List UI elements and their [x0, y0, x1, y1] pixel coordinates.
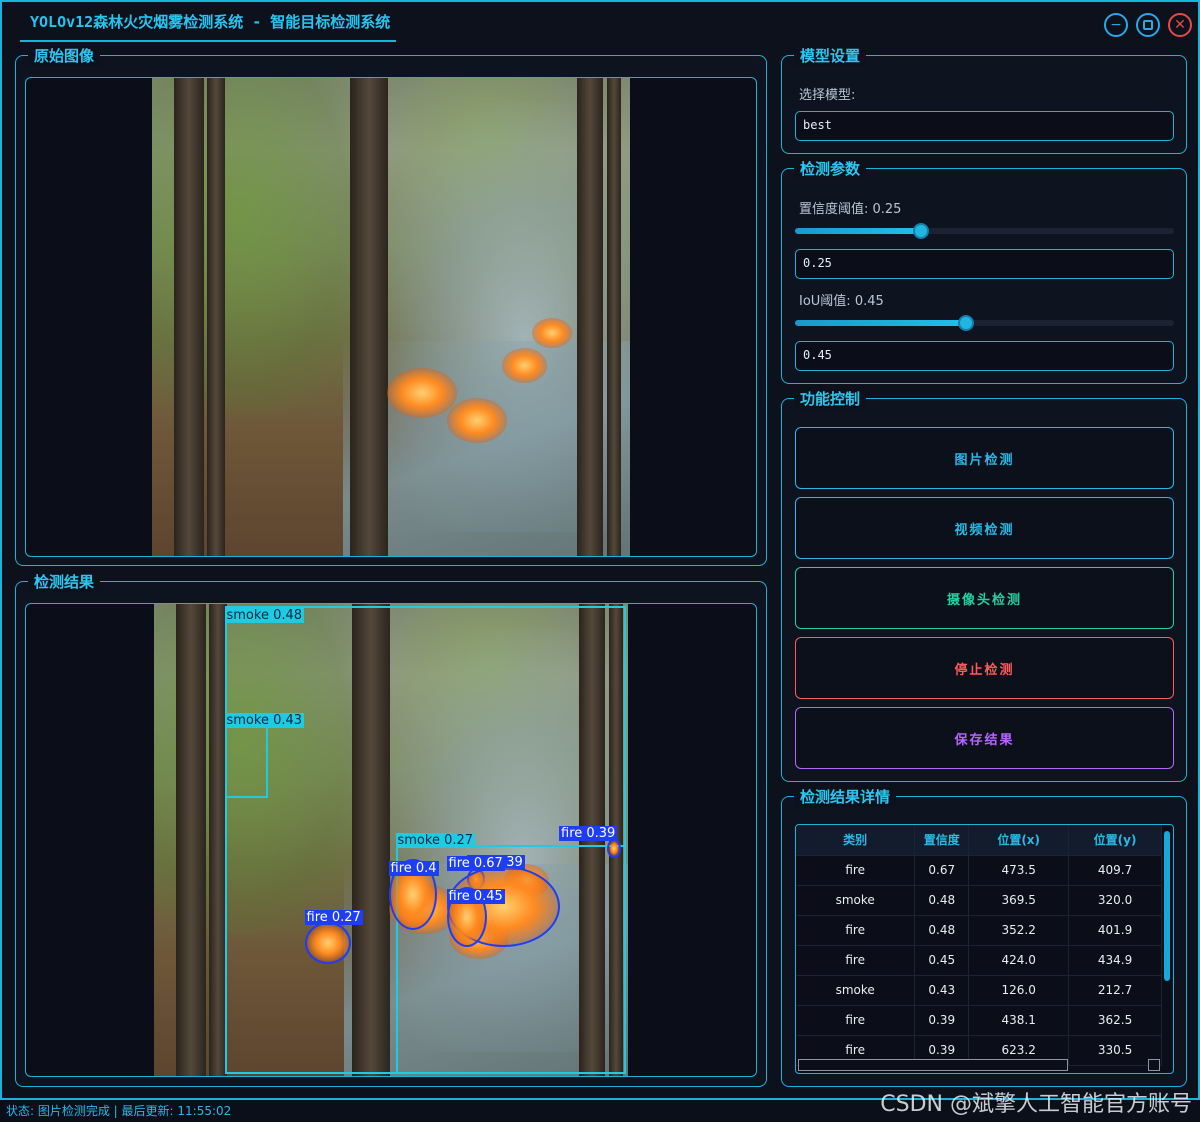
- original-image: [152, 78, 630, 556]
- camera-detect-button[interactable]: 摄像头检测: [795, 567, 1174, 629]
- cell-x: 369.5: [968, 885, 1070, 916]
- vertical-scrollbar-thumb[interactable]: [1164, 831, 1170, 981]
- close-button[interactable]: ✕: [1168, 13, 1192, 37]
- scrollbar-corner: [1148, 1059, 1160, 1071]
- detection-box: fire 0.39: [559, 826, 621, 858]
- detection-box: fire 0.45: [446, 887, 505, 947]
- cell-class: fire: [796, 915, 916, 946]
- close-icon: ✕: [1174, 17, 1186, 33]
- cell-x: 126.0: [968, 975, 1070, 1006]
- cell-class: smoke: [796, 885, 916, 916]
- column-header-confidence[interactable]: 置信度: [914, 825, 970, 856]
- cell-confidence: 0.43: [914, 975, 970, 1006]
- detection-params-title: 检测参数: [794, 159, 867, 179]
- cell-class: fire: [796, 855, 916, 886]
- image-detect-button[interactable]: 图片检测: [795, 427, 1174, 489]
- maximize-icon: [1143, 20, 1153, 30]
- column-header-x[interactable]: 位置(x): [968, 825, 1070, 856]
- table-row[interactable]: fire 0.48 352.2 401.9: [796, 915, 1162, 946]
- cell-x: 438.1: [968, 1005, 1070, 1036]
- cell-y: 401.9: [1068, 915, 1162, 946]
- table-header-row: 类别 置信度 位置(x) 位置(y): [796, 825, 1162, 856]
- iou-slider-handle[interactable]: [957, 315, 974, 331]
- table-row[interactable]: fire 0.39 438.1 362.5: [796, 1005, 1162, 1036]
- table-row[interactable]: smoke 0.43 126.0 212.7: [796, 975, 1162, 1006]
- save-result-button[interactable]: 保存结果: [795, 707, 1174, 769]
- original-image-panel: 原始图像: [15, 46, 767, 566]
- detection-params-panel: 检测参数 置信度阈值: 0.25 0.25 IoU阈值: 0.45 0.45: [781, 159, 1187, 384]
- model-settings-title: 模型设置: [794, 46, 867, 66]
- table-horizontal-scrollbar[interactable]: [798, 1059, 1160, 1071]
- original-image-title: 原始图像: [28, 46, 101, 66]
- detection-box: smoke 0.43: [224, 713, 305, 798]
- cell-class: fire: [796, 1005, 916, 1036]
- details-table[interactable]: 类别 置信度 位置(x) 位置(y) fire 0.67 473.5 409.7 smo…: [795, 824, 1174, 1074]
- horizontal-scrollbar-thumb[interactable]: [798, 1059, 1068, 1071]
- result-image-frame: smoke 0.48 smoke 0.43 smoke 0.27 fire 0.…: [25, 603, 757, 1077]
- detection-details-panel: 检测结果详情 类别 置信度 位置(x) 位置(y) fire 0.67 473.5 4…: [781, 787, 1187, 1087]
- model-select[interactable]: best: [795, 111, 1174, 141]
- cell-confidence: 0.67: [914, 855, 970, 886]
- minimize-icon: −: [1110, 17, 1122, 33]
- cell-y: 409.7: [1068, 855, 1162, 886]
- watermark-text: CSDN @斌擎人工智能官方账号: [880, 1092, 1192, 1117]
- confidence-slider[interactable]: [795, 223, 1174, 239]
- detection-label: fire 0.4: [388, 861, 439, 876]
- confidence-slider-fill: [795, 228, 922, 234]
- window-title: YOLOv12森林火灾烟雾检测系统 - 智能目标检测系统: [20, 2, 397, 42]
- confidence-input[interactable]: 0.25: [795, 249, 1174, 279]
- detection-label: fire 0.45: [446, 889, 505, 904]
- detection-label: fire 0.67: [446, 856, 505, 871]
- model-select-label: 选择模型:: [799, 88, 856, 103]
- cell-class: fire: [796, 945, 916, 976]
- cell-y: 320.0: [1068, 885, 1162, 916]
- minimize-button[interactable]: −: [1104, 13, 1128, 37]
- detection-label: smoke 0.43: [224, 713, 305, 728]
- cell-x: 424.0: [968, 945, 1070, 976]
- model-settings-panel: 模型设置 选择模型: best: [781, 46, 1187, 154]
- iou-label: IoU阈值: 0.45: [799, 294, 884, 309]
- detection-label: smoke 0.48: [224, 608, 305, 623]
- confidence-label: 置信度阈值: 0.25: [799, 202, 902, 217]
- cell-x: 352.2: [968, 915, 1070, 946]
- maximize-button[interactable]: [1136, 13, 1160, 37]
- detection-label: fire 0.27: [304, 910, 363, 925]
- function-controls-title: 功能控制: [794, 389, 867, 409]
- cell-y: 362.5: [1068, 1005, 1162, 1036]
- cell-confidence: 0.39: [914, 1005, 970, 1036]
- table-row[interactable]: fire 0.45 424.0 434.9: [796, 945, 1162, 976]
- table-row[interactable]: smoke 0.48 369.5 320.0: [796, 885, 1162, 916]
- cell-confidence: 0.48: [914, 885, 970, 916]
- iou-slider[interactable]: [795, 315, 1174, 331]
- cell-x: 473.5: [968, 855, 1070, 886]
- result-image: smoke 0.48 smoke 0.43 smoke 0.27 fire 0.…: [154, 604, 628, 1076]
- column-header-class[interactable]: 类别: [796, 825, 916, 856]
- cell-y: 212.7: [1068, 975, 1162, 1006]
- iou-slider-fill: [795, 320, 966, 326]
- stop-detect-button[interactable]: 停止检测: [795, 637, 1174, 699]
- detection-result-panel: 检测结果 smoke 0.48 smoke 0.43 smoke 0.27 0.…: [15, 572, 767, 1087]
- function-controls-panel: 功能控制 图片检测 视频检测 摄像头检测 停止检测 保存结果: [781, 389, 1187, 782]
- detection-details-title: 检测结果详情: [794, 787, 897, 807]
- column-header-y[interactable]: 位置(y): [1068, 825, 1162, 856]
- video-detect-button[interactable]: 视频检测: [795, 497, 1174, 559]
- detection-box: fire 0.4: [388, 859, 439, 930]
- table-row[interactable]: fire 0.67 473.5 409.7: [796, 855, 1162, 886]
- title-bar[interactable]: YOLOv12森林火灾烟雾检测系统 - 智能目标检测系统 − ✕: [2, 2, 1198, 42]
- confidence-slider-handle[interactable]: [913, 223, 930, 239]
- table-vertical-scrollbar[interactable]: [1161, 827, 1171, 1059]
- original-image-frame: [25, 77, 757, 557]
- cell-class: smoke: [796, 975, 916, 1006]
- detection-label: smoke 0.27: [395, 833, 476, 848]
- detection-result-title: 检测结果: [28, 572, 101, 592]
- iou-input[interactable]: 0.45: [795, 341, 1174, 371]
- cell-confidence: 0.48: [914, 915, 970, 946]
- cell-confidence: 0.45: [914, 945, 970, 976]
- app-window: YOLOv12森林火灾烟雾检测系统 - 智能目标检测系统 − ✕ 原始图像 检测…: [0, 0, 1200, 1100]
- detection-label: fire 0.39: [559, 826, 618, 841]
- cell-y: 434.9: [1068, 945, 1162, 976]
- detection-box: fire 0.27: [304, 910, 363, 964]
